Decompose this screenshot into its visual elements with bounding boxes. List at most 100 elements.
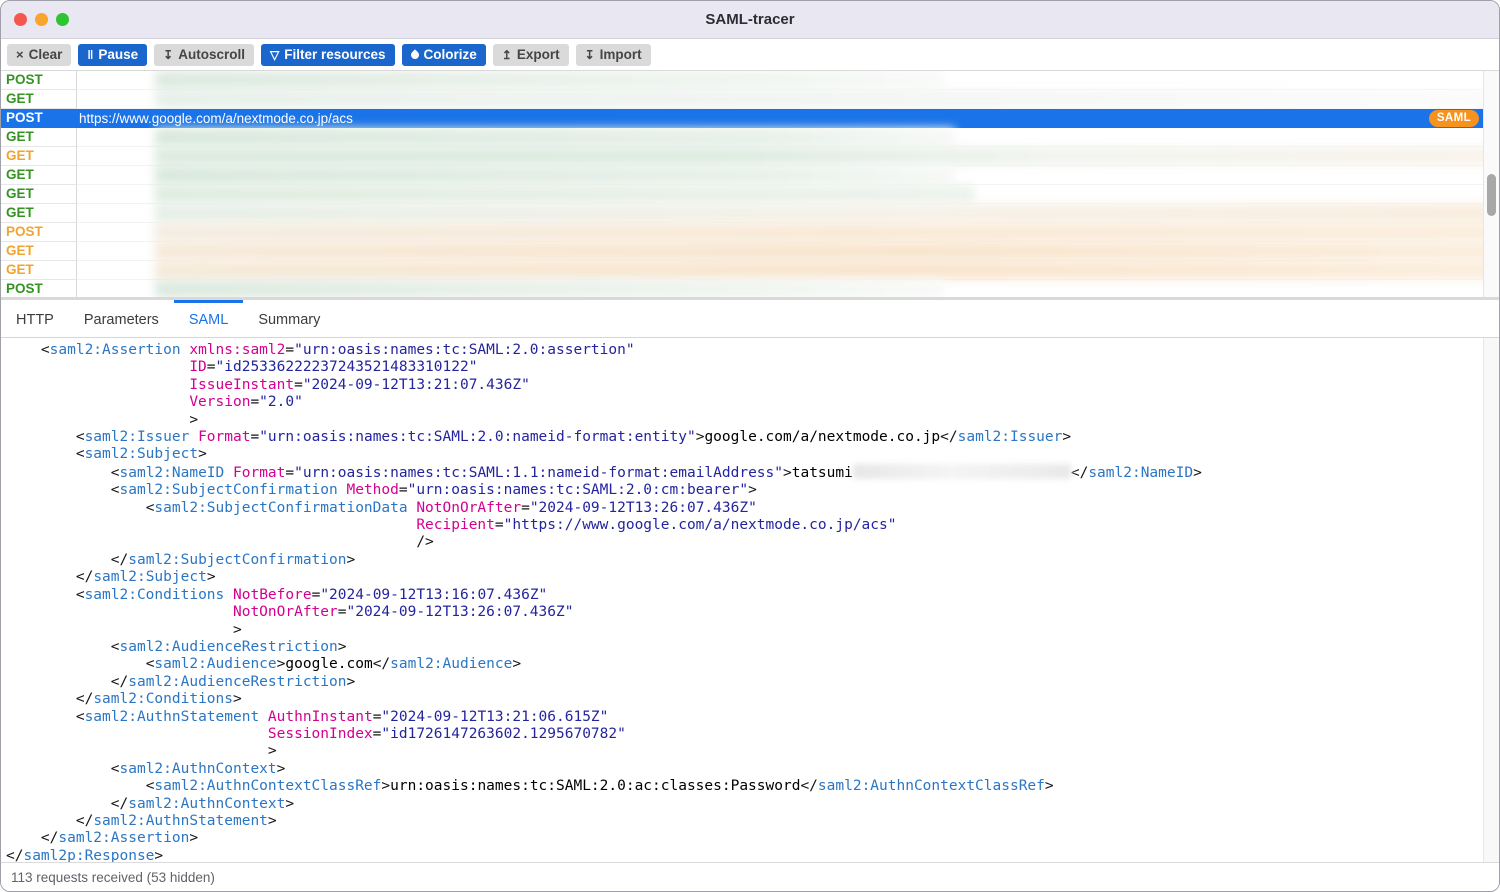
request-row[interactable]: GET (1, 166, 1483, 185)
xml-token: tatsumi (792, 465, 853, 481)
toolbar-button-label: Clear (29, 48, 63, 62)
pause-button[interactable]: ‖Pause (78, 44, 147, 66)
request-row[interactable]: POSThttps://www.google.com/a/nextmode.co… (1, 109, 1483, 128)
xml-token: > (189, 412, 198, 428)
xml-token: </ (1071, 465, 1088, 481)
filter-icon: ▽ (270, 49, 279, 61)
tab-summary[interactable]: Summary (243, 300, 335, 337)
redacted-url (155, 147, 1499, 165)
xml-token: < (111, 482, 120, 498)
url-cell: https://www.google.com/a/nextmode.co.jp/… (77, 109, 1483, 128)
xml-token: ID (189, 359, 206, 375)
redacted-url (155, 223, 1499, 241)
xml-token: saml2:NameID (1088, 465, 1193, 481)
method-label: GET (1, 128, 77, 147)
list-scrollbar-track[interactable] (1483, 71, 1499, 297)
saml-badge: SAML (1429, 110, 1479, 127)
xml-token: saml2:AuthnStatement (93, 813, 268, 829)
redacted-url (155, 280, 945, 297)
content-scrollbar-track[interactable] (1483, 338, 1499, 862)
xml-token: saml2:AuthnContext (128, 796, 285, 812)
request-row[interactable]: GET (1, 204, 1483, 223)
xml-token: /> (416, 534, 433, 550)
xml-token: saml2:AuthnStatement (85, 709, 260, 725)
zoom-button[interactable] (56, 13, 69, 26)
request-row[interactable]: GET (1, 242, 1483, 261)
xml-token: saml2:Assertion (50, 342, 181, 358)
tab-parameters[interactable]: Parameters (69, 300, 174, 337)
colorize-droplet-icon (409, 49, 420, 60)
redacted-url (155, 71, 945, 89)
xml-token: </ (76, 569, 93, 585)
xml-token: = (285, 465, 294, 481)
request-row[interactable]: POST (1, 71, 1483, 90)
xml-token: > (198, 446, 207, 462)
status-text: 113 requests received (53 hidden) (11, 870, 215, 885)
url-cell (77, 90, 1483, 109)
toolbar-button-label: Filter resources (284, 48, 385, 62)
xml-token: > (207, 569, 216, 585)
method-label: GET (1, 242, 77, 261)
xml-token: saml2:Subject (85, 446, 199, 462)
xml-token: "2024-09-12T13:16:07.436Z" (320, 587, 547, 603)
redacted-url (155, 242, 1499, 260)
saml-detail-panel: <saml2:Assertion xmlns:saml2="urn:oasis:… (1, 338, 1499, 862)
url-cell (77, 128, 1483, 147)
xml-token: "urn:oasis:names:tc:SAML:1.1:nameid-form… (294, 465, 783, 481)
xml-token: "https://www.google.com/a/nextmode.co.jp… (504, 517, 897, 533)
list-scrollbar-thumb[interactable] (1487, 174, 1496, 216)
xml-token: saml2:Subject (93, 569, 207, 585)
xml-token: < (76, 429, 85, 445)
request-row[interactable]: POST (1, 223, 1483, 242)
xml-token: > (233, 622, 242, 638)
import-button[interactable]: ↧Import (576, 44, 651, 66)
xml-token: "id1726147263602.1295670782" (381, 726, 625, 742)
xml-token: </ (111, 552, 128, 568)
method-label: GET (1, 204, 77, 223)
toolbar: ×Clear ‖Pause ↧Autoscroll ▽ Filter resources… (1, 39, 1499, 71)
toolbar-button-label: Colorize (424, 48, 477, 62)
xml-token: > (233, 691, 242, 707)
xml-token: saml2:SubjectConfirmationData (154, 500, 407, 516)
url-cell (77, 242, 1483, 261)
autoscroll-button[interactable]: ↧Autoscroll (154, 44, 254, 66)
xml-token: > (1193, 465, 1202, 481)
xml-token: "urn:oasis:names:tc:SAML:2.0:cm:bearer" (408, 482, 748, 498)
xml-token: </ (41, 830, 58, 846)
request-row[interactable]: GET (1, 261, 1483, 280)
tab-saml[interactable]: SAML (174, 300, 244, 337)
close-button[interactable] (14, 13, 27, 26)
xml-token: > (268, 813, 277, 829)
xml-token: > (346, 674, 355, 690)
request-row[interactable]: GET (1, 90, 1483, 109)
xml-token: "urn:oasis:names:tc:SAML:2.0:assertion" (294, 342, 634, 358)
xml-token: > (285, 796, 294, 812)
xml-token: Recipient (416, 517, 495, 533)
url-cell (77, 166, 1483, 185)
colorize-button[interactable]: Colorize (402, 44, 486, 66)
xml-token: = (250, 394, 259, 410)
url-cell (77, 185, 1483, 204)
redacted-email (853, 464, 1071, 479)
xml-token: > (748, 482, 757, 498)
xml-token: NotBefore (233, 587, 312, 603)
request-list: POSTGETPOSThttps://www.google.com/a/next… (1, 71, 1499, 297)
clear-button[interactable]: ×Clear (7, 44, 71, 66)
url-cell (77, 71, 1483, 90)
filter-resources-button[interactable]: ▽ Filter resources (261, 44, 395, 66)
request-row[interactable]: POST (1, 280, 1483, 297)
tab-http[interactable]: HTTP (1, 300, 69, 337)
xml-token: NotOnOrAfter (416, 500, 521, 516)
pause-icon: ‖ (87, 49, 93, 61)
export-button[interactable]: ↥Export (493, 44, 569, 66)
request-row[interactable]: GET (1, 128, 1483, 147)
method-label: GET (1, 90, 77, 109)
minimize-button[interactable] (35, 13, 48, 26)
request-row[interactable]: GET (1, 185, 1483, 204)
xml-token: > (1045, 778, 1054, 794)
request-row[interactable]: GET (1, 147, 1483, 166)
toolbar-button-label: Autoscroll (178, 48, 245, 62)
method-label: GET (1, 166, 77, 185)
xml-token: </ (940, 429, 957, 445)
xml-token: </ (373, 656, 390, 672)
